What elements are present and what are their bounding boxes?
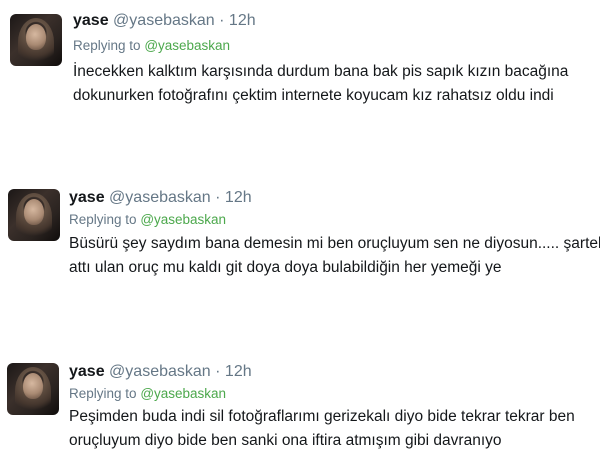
replying-to: Replying to @yasebaskan: [69, 212, 226, 227]
reply-mention-link[interactable]: @yasebaskan: [144, 38, 230, 53]
timestamp[interactable]: 12h: [229, 12, 256, 29]
tweet-header: yase @yasebaskan · 12h: [69, 189, 252, 207]
user-handle[interactable]: @yasebaskan: [109, 189, 211, 206]
tweet-text-line: oruçluyum diyo bide ben sanki ona iftira…: [69, 432, 502, 449]
tweet-text-line: Peşimden buda indi sil fotoğraflarımı ge…: [69, 408, 575, 425]
display-name[interactable]: yase: [69, 363, 105, 380]
reply-mention-link[interactable]: @yasebaskan: [140, 386, 226, 401]
separator-dot: ·: [219, 12, 225, 29]
separator-dot: ·: [215, 189, 221, 206]
replying-to-label: Replying to: [73, 38, 141, 53]
avatar[interactable]: [7, 363, 59, 415]
tweet-text-line: dokunurken fotoğrafını çektim internete …: [73, 87, 554, 104]
tweet-text: Peşimden buda indi sil fotoğraflarımı ge…: [69, 405, 575, 453]
user-handle[interactable]: @yasebaskan: [113, 12, 215, 29]
timestamp[interactable]: 12h: [225, 363, 252, 380]
tweet-text-line: attı ulan oruç mu kaldı git doya doya bu…: [69, 259, 502, 276]
tweet-text-line: Büsürü şey saydım bana demesin mi ben or…: [69, 235, 600, 252]
tweet-header: yase @yasebaskan · 12h: [69, 363, 252, 381]
display-name[interactable]: yase: [69, 189, 105, 206]
avatar[interactable]: [10, 14, 62, 66]
display-name[interactable]: yase: [73, 12, 109, 29]
timestamp[interactable]: 12h: [225, 189, 252, 206]
replying-to-label: Replying to: [69, 386, 137, 401]
replying-to-label: Replying to: [69, 212, 137, 227]
tweet-text-line: İnecekken kalktım karşısında durdum bana…: [73, 63, 569, 80]
separator-dot: ·: [215, 363, 221, 380]
tweet-text: İnecekken kalktım karşısında durdum bana…: [73, 60, 568, 108]
avatar[interactable]: [8, 189, 60, 241]
tweet-header: yase @yasebaskan · 12h: [73, 12, 256, 30]
replying-to: Replying to @yasebaskan: [73, 38, 230, 53]
user-handle[interactable]: @yasebaskan: [109, 363, 211, 380]
tweet-text: Büsürü şey saydım bana demesin mi ben or…: [69, 232, 600, 280]
replying-to: Replying to @yasebaskan: [69, 386, 226, 401]
reply-mention-link[interactable]: @yasebaskan: [140, 212, 226, 227]
